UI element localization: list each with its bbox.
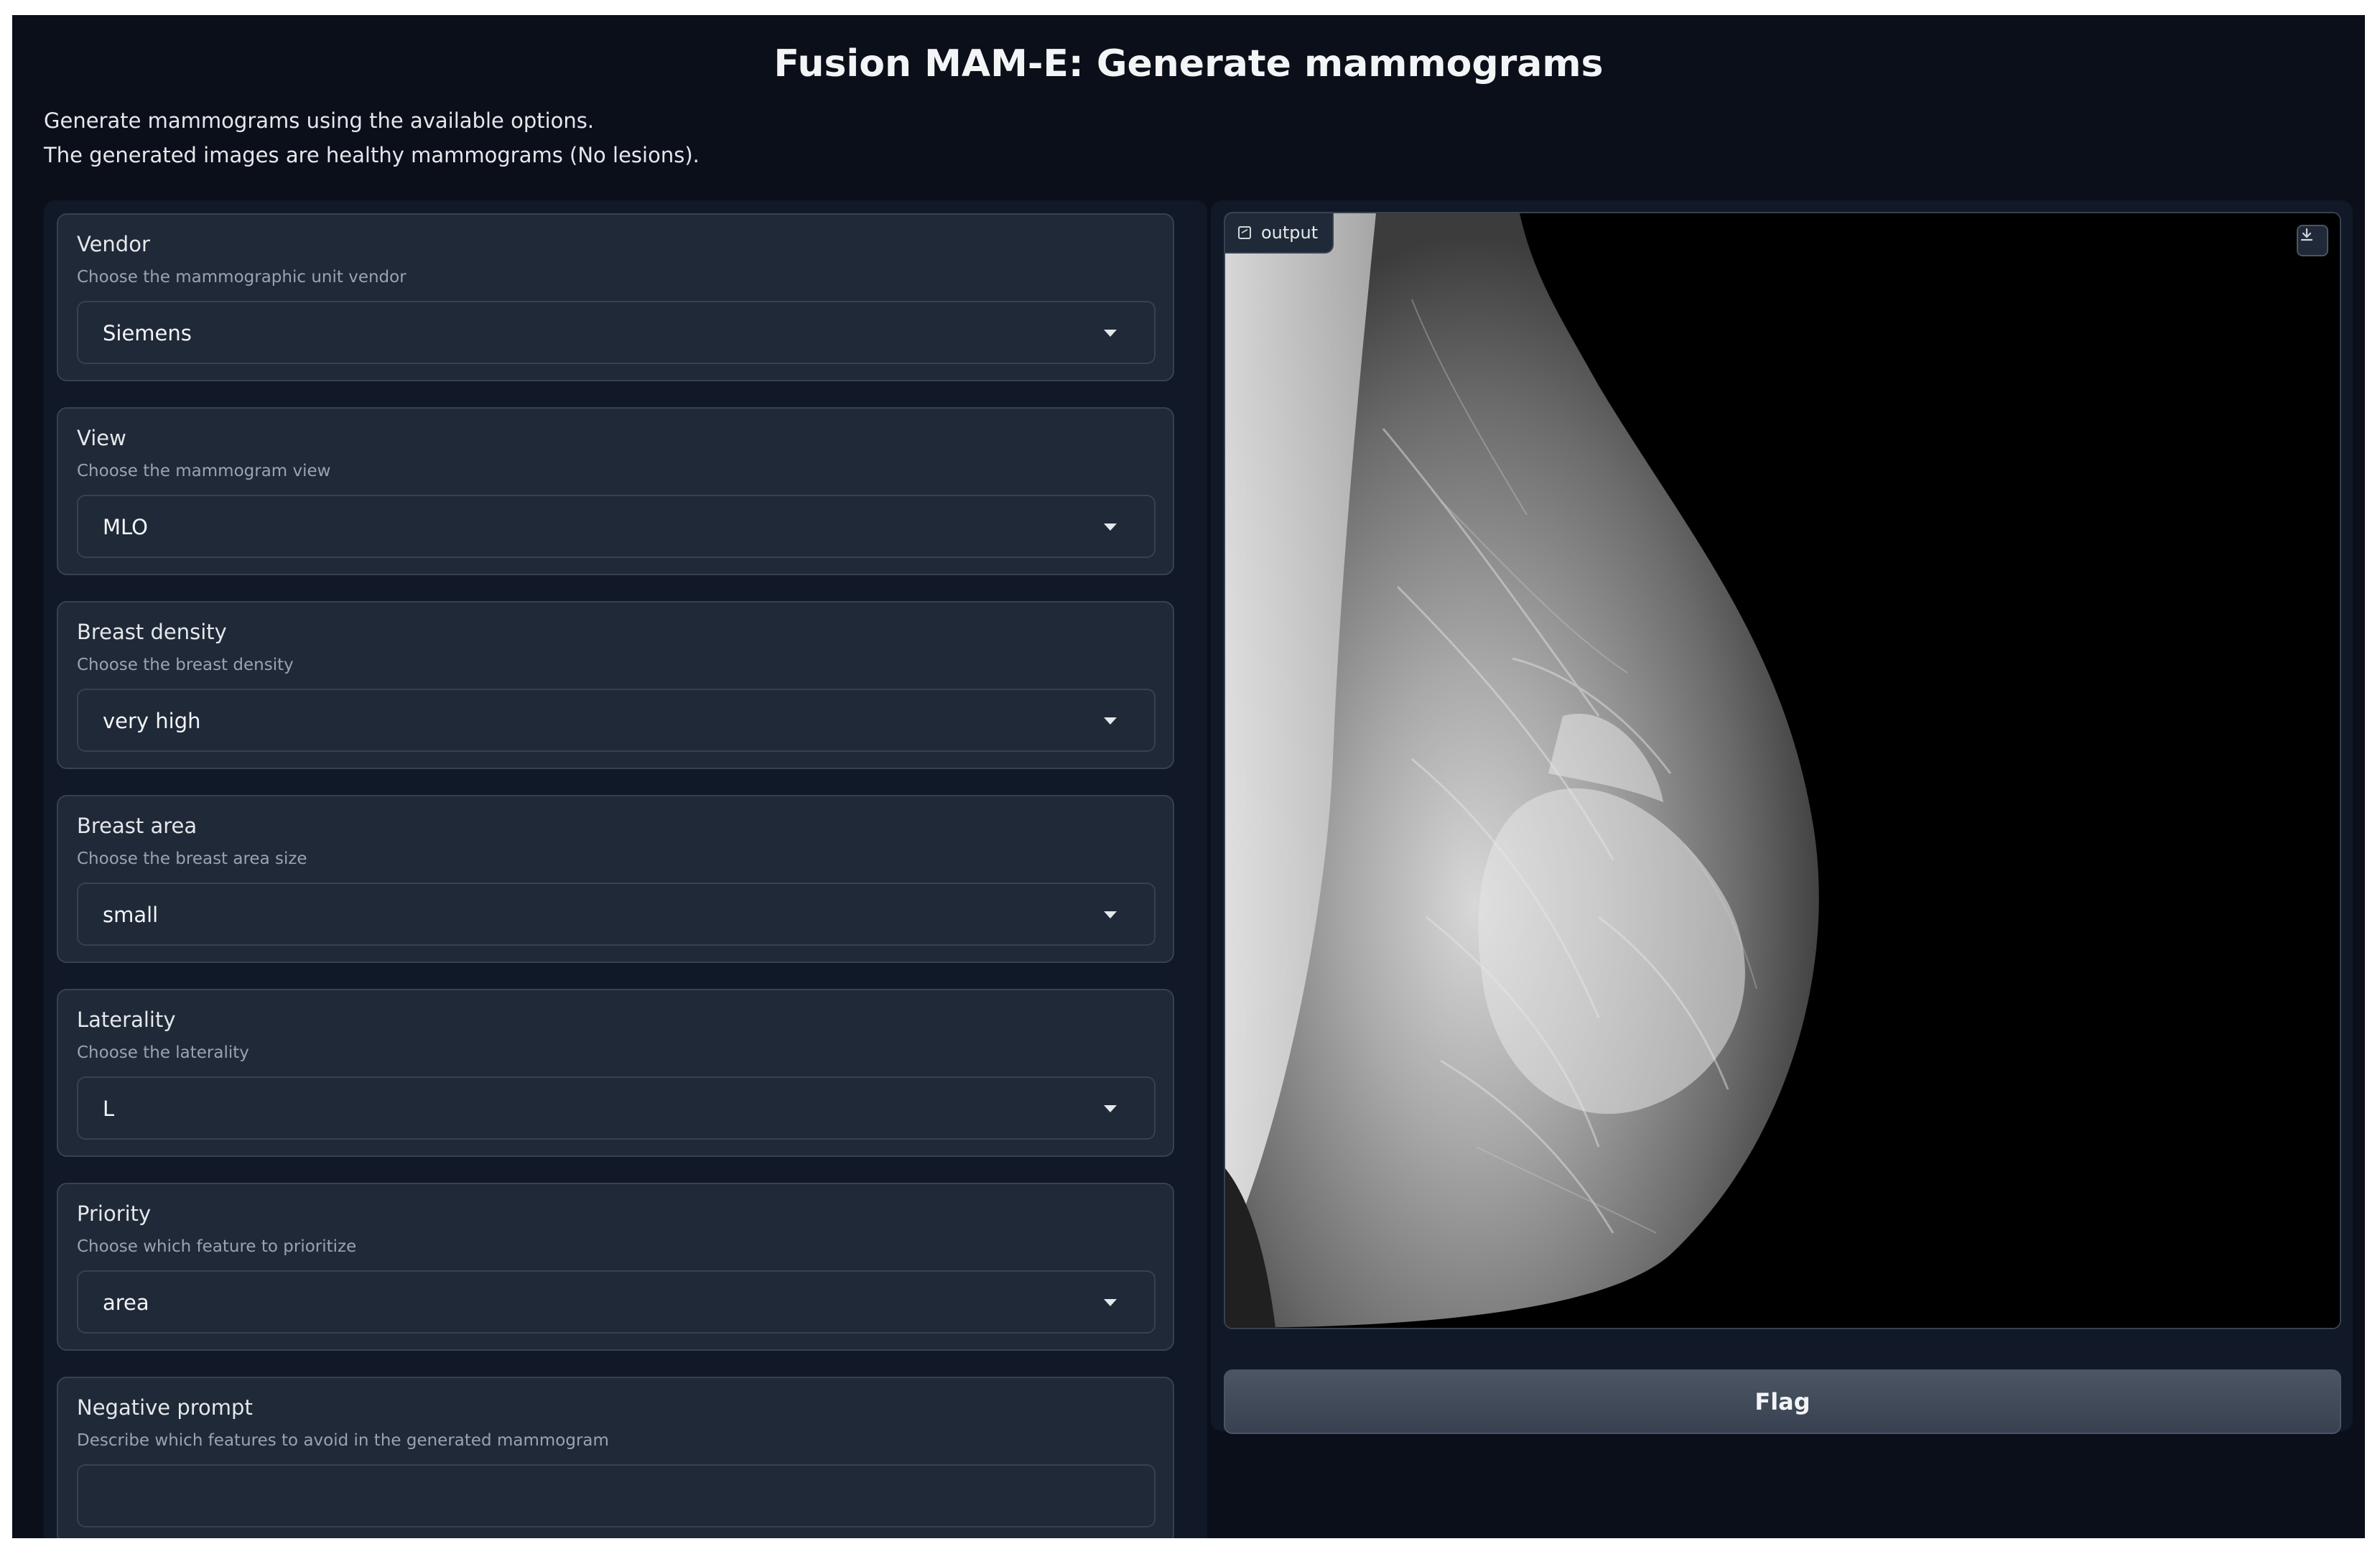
image-icon [1238, 226, 1251, 239]
inputs-column: Vendor Choose the mammographic unit vend… [44, 200, 1207, 1538]
app-window: Fusion MAM-E: Generate mammograms Genera… [12, 15, 2365, 1538]
output-column: output Flag [1211, 200, 2353, 1434]
view-value: MLO [103, 515, 148, 539]
priority-label: Priority [77, 1201, 152, 1226]
vendor-block: Vendor Choose the mammographic unit vend… [57, 213, 1174, 381]
breast-area-dropdown[interactable]: small [77, 883, 1156, 946]
mammogram-image [1225, 213, 2340, 1328]
breast-density-block: Breast density Choose the breast density… [57, 601, 1174, 769]
negative-prompt-label: Negative prompt [77, 1395, 253, 1420]
negative-prompt-info: Describe which features to avoid in the … [77, 1431, 609, 1450]
view-block: View Choose the mammogram view MLO [57, 407, 1174, 575]
breast-density-value: very high [103, 709, 201, 733]
description-line-2: The generated images are healthy mammogr… [44, 143, 699, 167]
chevron-down-icon [1104, 1105, 1117, 1112]
download-button[interactable] [2297, 225, 2328, 256]
breast-area-info: Choose the breast area size [77, 850, 307, 868]
vendor-value: Siemens [103, 321, 192, 345]
negative-prompt-block: Negative prompt Describe which features … [57, 1377, 1174, 1538]
breast-density-label: Breast density [77, 620, 227, 644]
view-info: Choose the mammogram view [77, 462, 331, 480]
page-title: Fusion MAM-E: Generate mammograms [773, 42, 1604, 85]
output-image-panel: output [1224, 212, 2341, 1329]
view-dropdown[interactable]: MLO [77, 495, 1156, 558]
download-icon [2300, 228, 2313, 241]
laterality-label: Laterality [77, 1008, 176, 1032]
description-line-1: Generate mammograms using the available … [44, 108, 595, 133]
vendor-dropdown[interactable]: Siemens [77, 301, 1156, 364]
laterality-block: Laterality Choose the laterality L [57, 989, 1174, 1157]
output-label-tag: output [1225, 213, 1334, 253]
priority-block: Priority Choose which feature to priorit… [57, 1183, 1174, 1351]
vendor-info: Choose the mammographic unit vendor [77, 268, 406, 287]
breast-density-dropdown[interactable]: very high [77, 689, 1156, 752]
view-label: View [77, 426, 126, 450]
chevron-down-icon [1104, 911, 1117, 918]
priority-info: Choose which feature to prioritize [77, 1237, 357, 1256]
chevron-down-icon [1104, 1299, 1117, 1306]
chevron-down-icon [1104, 524, 1117, 531]
negative-prompt-input[interactable] [77, 1464, 1156, 1527]
breast-area-label: Breast area [77, 814, 197, 838]
breast-area-value: small [103, 903, 159, 927]
laterality-info: Choose the laterality [77, 1043, 249, 1062]
breast-density-info: Choose the breast density [77, 656, 294, 674]
priority-dropdown[interactable]: area [77, 1270, 1156, 1334]
vendor-label: Vendor [77, 232, 150, 256]
output-label: output [1261, 223, 1319, 243]
priority-value: area [103, 1290, 149, 1315]
flag-button[interactable]: Flag [1224, 1369, 2341, 1434]
breast-area-block: Breast area Choose the breast area size … [57, 795, 1174, 963]
chevron-down-icon [1104, 330, 1117, 337]
laterality-value: L [103, 1097, 115, 1121]
chevron-down-icon [1104, 717, 1117, 725]
laterality-dropdown[interactable]: L [77, 1076, 1156, 1140]
